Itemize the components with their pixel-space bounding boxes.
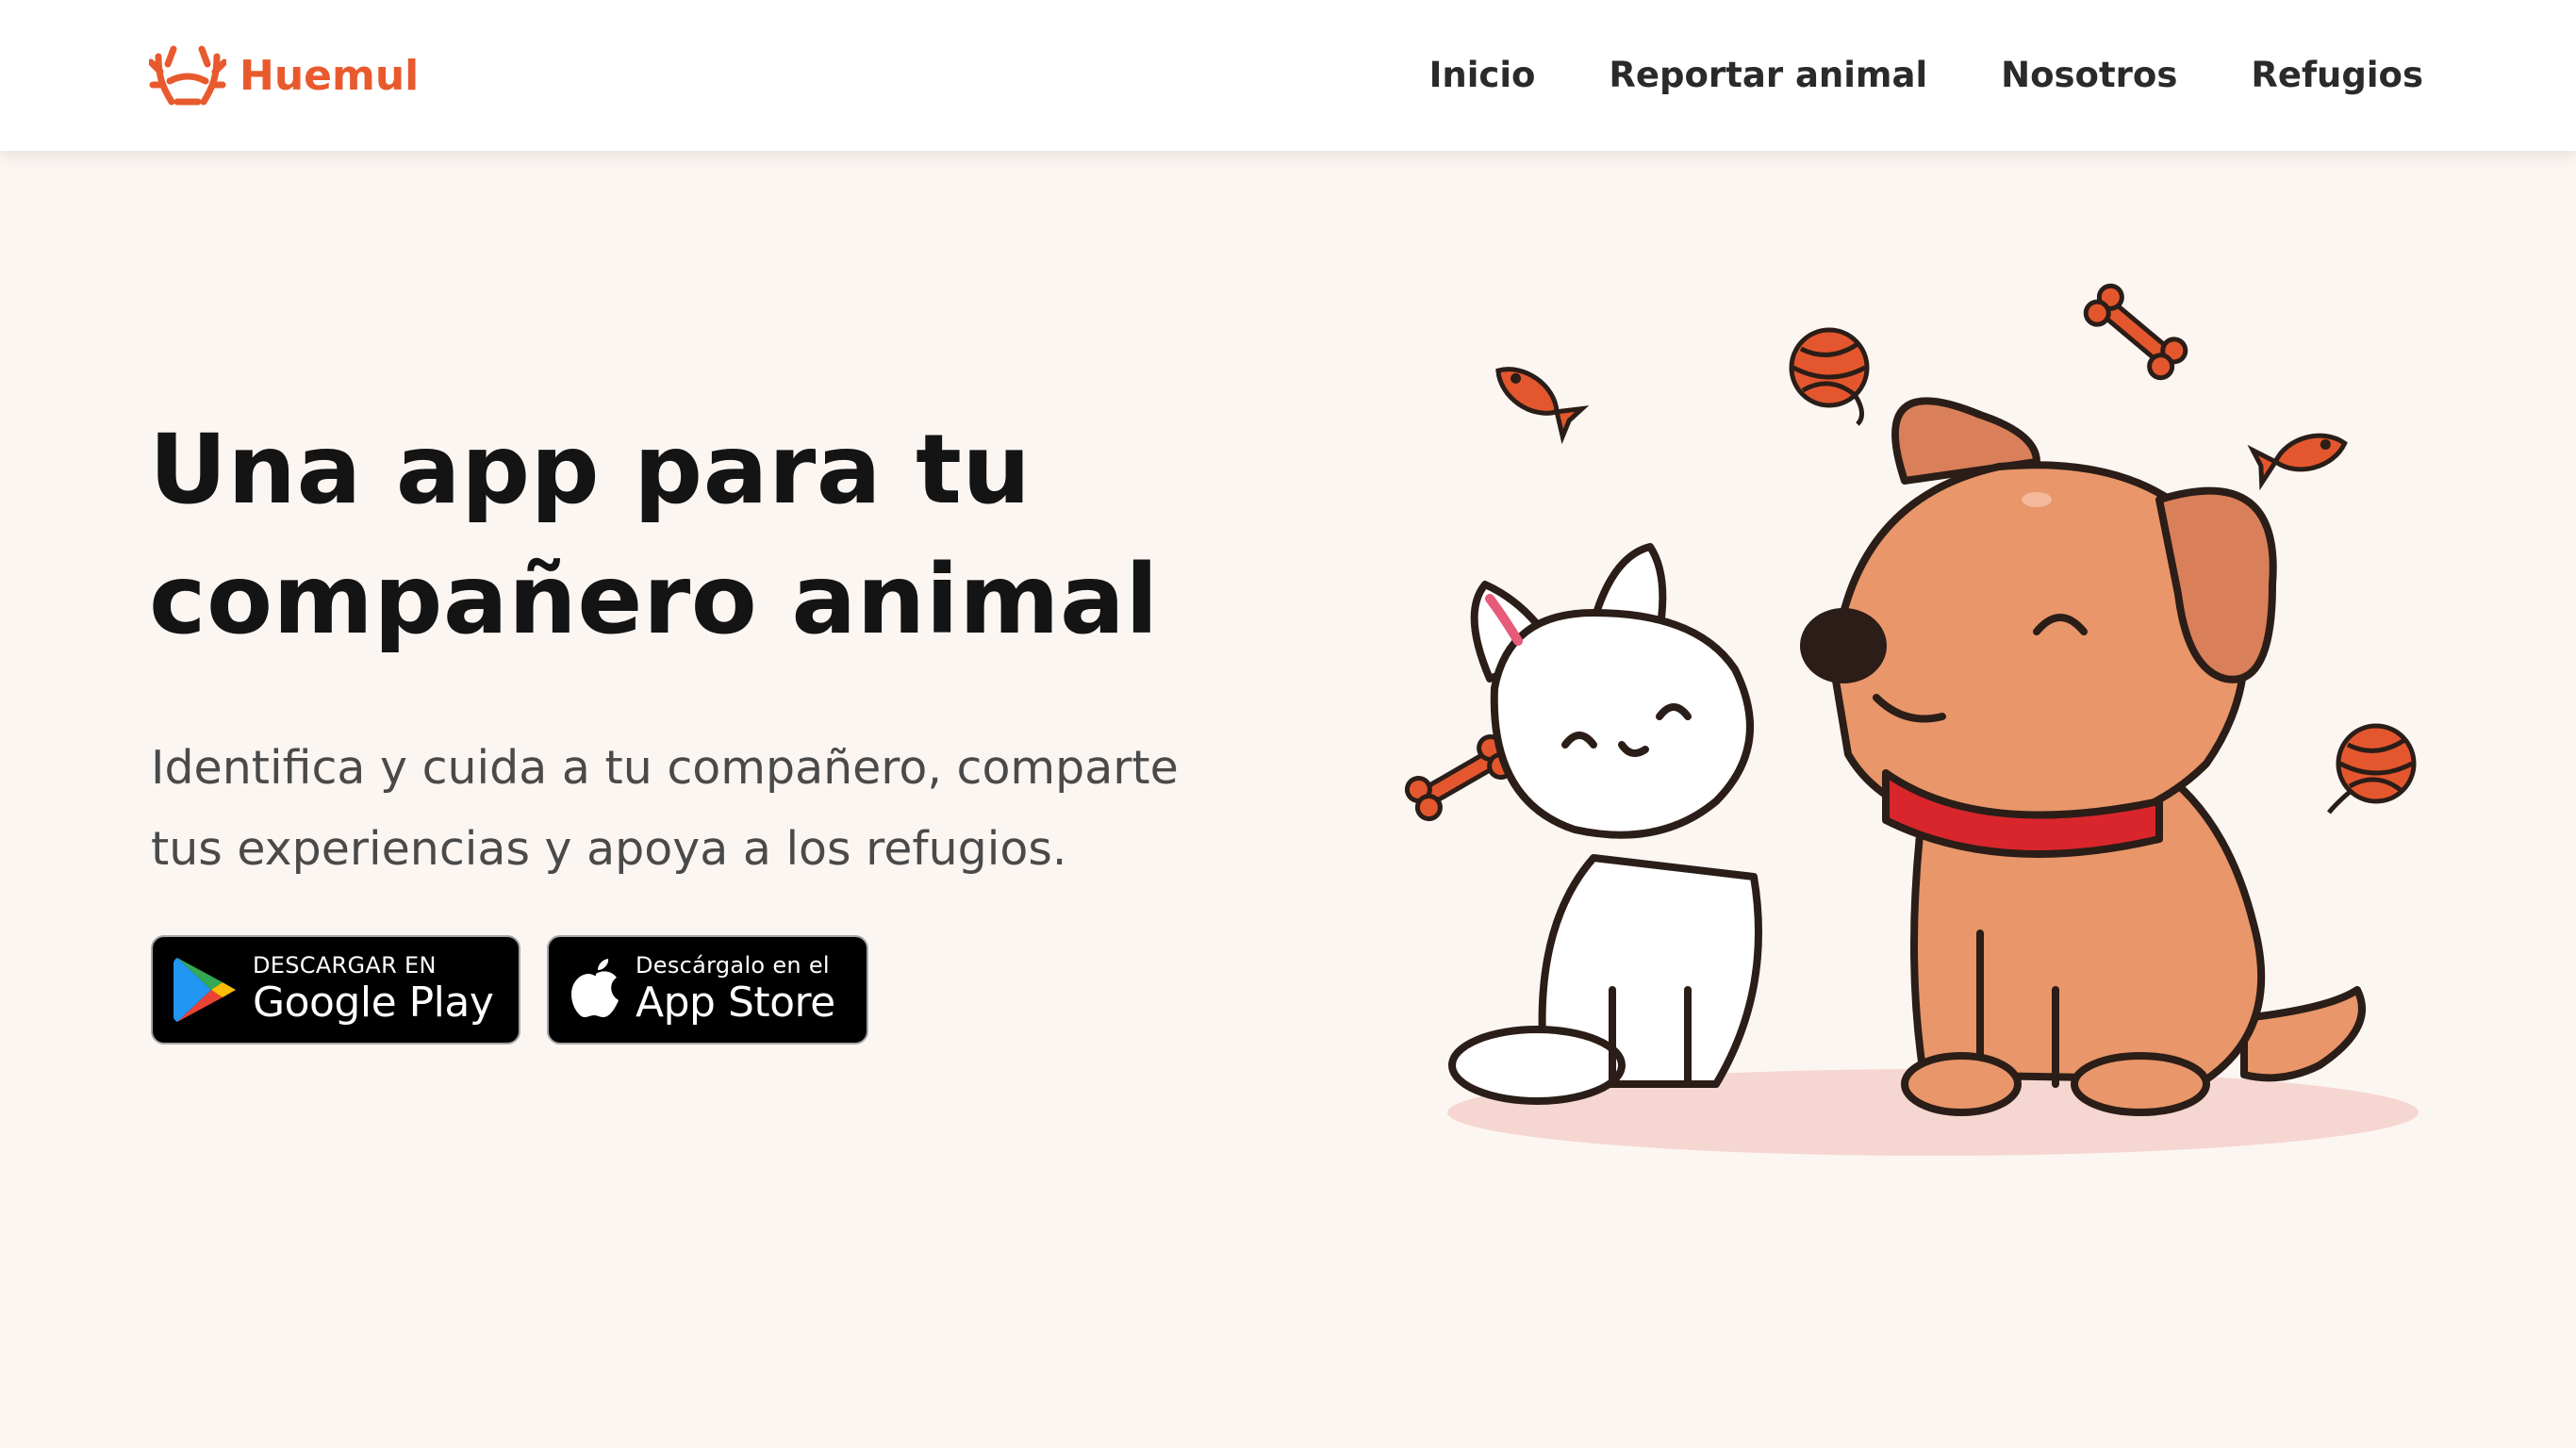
google-play-text: DESCARGAR EN Google Play bbox=[253, 952, 494, 1028]
nav-reportar-animal[interactable]: Reportar animal bbox=[1609, 47, 1927, 104]
nav-inicio[interactable]: Inicio bbox=[1429, 47, 1536, 104]
google-play-button[interactable]: DESCARGAR EN Google Play bbox=[151, 935, 520, 1045]
brand-name: Huemul bbox=[239, 51, 420, 100]
main-nav: Inicio Reportar animal Nosotros Refugios bbox=[1429, 47, 2423, 104]
cat-and-dog-illustration bbox=[1404, 283, 2419, 1156]
app-store-button[interactable]: Descárgalo en el App Store bbox=[547, 935, 868, 1045]
apple-icon bbox=[571, 959, 619, 1017]
nav-nosotros[interactable]: Nosotros bbox=[2001, 47, 2177, 104]
dog-illustration bbox=[1800, 397, 2366, 1116]
antler-icon bbox=[149, 45, 226, 106]
top-navbar: Huemul Inicio Reportar animal Nosotros R… bbox=[0, 0, 2576, 151]
hero-description-line-2: tus experiencias y apoya a los refugios. bbox=[151, 822, 1067, 876]
brand-logo-link[interactable]: Huemul bbox=[149, 41, 419, 109]
app-store-text: Descárgalo en el App Store bbox=[636, 952, 835, 1028]
bone-icon bbox=[2083, 283, 2188, 381]
hero-description-line-1: Identifica y cuida a tu compañero, compa… bbox=[151, 741, 1179, 795]
yarn-ball-icon bbox=[1789, 327, 1870, 426]
cat-illustration bbox=[1448, 543, 1762, 1105]
app-store-small-label: Descárgalo en el bbox=[636, 952, 830, 979]
fish-icon bbox=[2247, 433, 2348, 491]
hero-title: Una app para tu compañero animal bbox=[149, 405, 1159, 666]
google-play-small-label: DESCARGAR EN bbox=[253, 952, 437, 979]
google-play-big-label: Google Play bbox=[253, 979, 494, 1027]
yarn-ball-icon bbox=[2327, 723, 2417, 814]
hero-description: Identifica y cuida a tu compañero, compa… bbox=[151, 728, 1282, 890]
hero-title-line-2: compañero animal bbox=[149, 544, 1159, 656]
fish-icon bbox=[1495, 367, 1590, 445]
app-store-big-label: App Store bbox=[636, 979, 835, 1027]
google-play-icon bbox=[173, 958, 236, 1022]
nav-refugios[interactable]: Refugios bbox=[2251, 47, 2423, 104]
hero-title-line-1: Una app para tu bbox=[149, 414, 1032, 526]
